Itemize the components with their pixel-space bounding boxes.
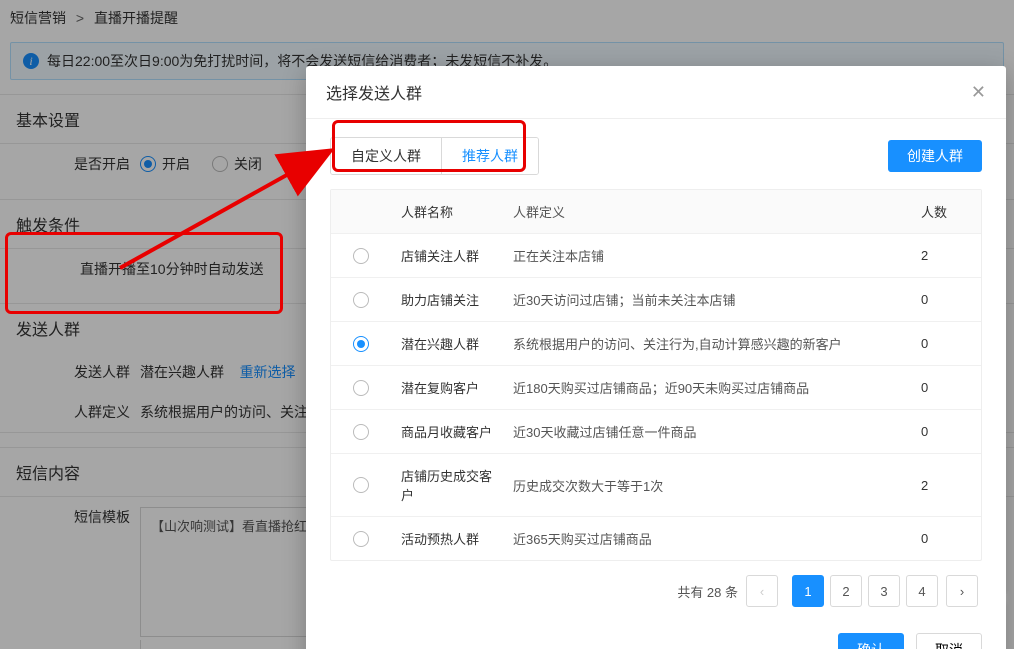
table-row[interactable]: 店铺历史成交客户历史成交次数大于等于1次2 bbox=[331, 454, 981, 517]
th-name: 人群名称 bbox=[391, 190, 503, 233]
table-row[interactable]: 助力店铺关注近30天访问过店铺；当前未关注本店铺0 bbox=[331, 278, 981, 322]
pager-next[interactable]: › bbox=[946, 575, 978, 607]
pager-total: 共有 28 条 bbox=[677, 582, 738, 601]
row-count: 0 bbox=[911, 412, 981, 451]
dialog-ok-button[interactable]: 确认 bbox=[838, 633, 904, 649]
table-row[interactable]: 活动预热人群近365天购买过店铺商品0 bbox=[331, 517, 981, 560]
pager-page[interactable]: 3 bbox=[868, 575, 900, 607]
row-radio[interactable] bbox=[353, 380, 369, 396]
pager-page[interactable]: 1 bbox=[792, 575, 824, 607]
pager-page[interactable]: 2 bbox=[830, 575, 862, 607]
audience-table: 人群名称 人群定义 人数 店铺关注人群正在关注本店铺2助力店铺关注近30天访问过… bbox=[330, 189, 982, 561]
row-name: 潜在复购客户 bbox=[391, 366, 503, 409]
row-name: 活动预热人群 bbox=[391, 517, 503, 560]
row-count: 2 bbox=[911, 466, 981, 505]
dialog-cancel-button[interactable]: 取消 bbox=[916, 633, 982, 649]
row-count: 0 bbox=[911, 324, 981, 363]
table-header: 人群名称 人群定义 人数 bbox=[331, 190, 981, 234]
row-radio[interactable] bbox=[353, 424, 369, 440]
row-def: 近30天收藏过店铺任意一件商品 bbox=[503, 410, 911, 453]
row-def: 历史成交次数大于等于1次 bbox=[503, 464, 911, 507]
table-row[interactable]: 潜在复购客户近180天购买过店铺商品；近90天未购买过店铺商品0 bbox=[331, 366, 981, 410]
row-radio[interactable] bbox=[353, 477, 369, 493]
row-def: 正在关注本店铺 bbox=[503, 234, 911, 277]
row-count: 2 bbox=[911, 236, 981, 275]
pagination: 共有 28 条 ‹ 1234 › bbox=[330, 561, 982, 611]
row-def: 近30天访问过店铺；当前未关注本店铺 bbox=[503, 278, 911, 321]
highlight-box-tabs bbox=[332, 120, 526, 172]
row-count: 0 bbox=[911, 368, 981, 407]
row-radio[interactable] bbox=[353, 336, 369, 352]
row-name: 店铺历史成交客户 bbox=[391, 454, 503, 516]
dialog-title: 选择发送人群 bbox=[326, 80, 422, 104]
highlight-box-audience bbox=[5, 232, 283, 314]
row-radio[interactable] bbox=[353, 531, 369, 547]
row-count: 0 bbox=[911, 280, 981, 319]
table-row[interactable]: 商品月收藏客户近30天收藏过店铺任意一件商品0 bbox=[331, 410, 981, 454]
table-row[interactable]: 店铺关注人群正在关注本店铺2 bbox=[331, 234, 981, 278]
pager-prev[interactable]: ‹ bbox=[746, 575, 778, 607]
th-def: 人群定义 bbox=[503, 190, 911, 233]
th-count: 人数 bbox=[911, 190, 981, 233]
row-radio[interactable] bbox=[353, 292, 369, 308]
row-name: 店铺关注人群 bbox=[391, 234, 503, 277]
close-icon[interactable]: ✕ bbox=[971, 82, 986, 103]
row-def: 系统根据用户的访问、关注行为,自动计算感兴趣的新客户 bbox=[503, 322, 911, 365]
row-name: 助力店铺关注 bbox=[391, 278, 503, 321]
row-def: 近180天购买过店铺商品；近90天未购买过店铺商品 bbox=[503, 366, 911, 409]
row-count: 0 bbox=[911, 519, 981, 558]
pager-page[interactable]: 4 bbox=[906, 575, 938, 607]
row-radio[interactable] bbox=[353, 248, 369, 264]
create-audience-button[interactable]: 创建人群 bbox=[888, 140, 982, 172]
row-name: 商品月收藏客户 bbox=[391, 410, 503, 453]
table-row[interactable]: 潜在兴趣人群系统根据用户的访问、关注行为,自动计算感兴趣的新客户0 bbox=[331, 322, 981, 366]
row-def: 近365天购买过店铺商品 bbox=[503, 517, 911, 560]
row-name: 潜在兴趣人群 bbox=[391, 322, 503, 365]
